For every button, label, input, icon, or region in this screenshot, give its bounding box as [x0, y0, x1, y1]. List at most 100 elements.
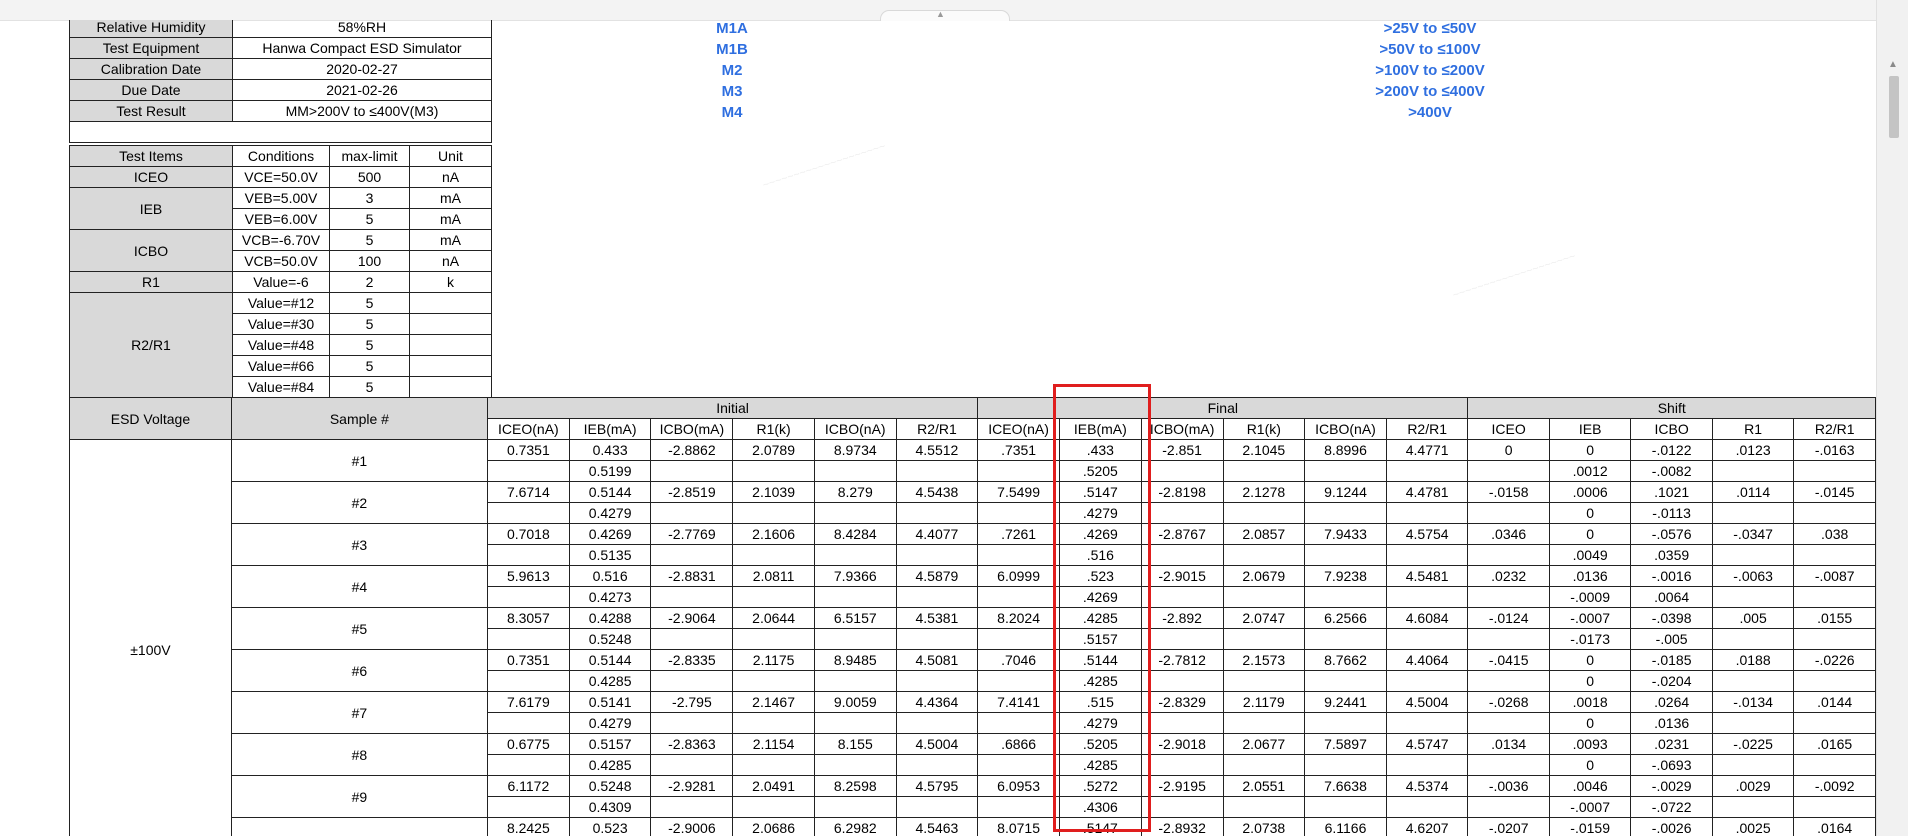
value-cell [1140, 670, 1224, 692]
value-cell: -.0225 [1711, 733, 1795, 755]
value-cell [1222, 586, 1306, 608]
value-cell [895, 628, 979, 650]
value-cell: .4285 [1059, 754, 1142, 776]
value-cell: 0.5157 [568, 733, 652, 755]
value-cell [486, 628, 570, 650]
value-cell: 2.1606 [732, 523, 815, 545]
info-value: Hanwa Compact ESD Simulator [232, 37, 492, 59]
value-cell: 4.4771 [1385, 439, 1469, 461]
value-cell [1385, 712, 1469, 734]
value-cell: -2.892 [1140, 607, 1224, 629]
initial-group-header: Initial [486, 397, 979, 419]
max-limit-cell: 2 [329, 271, 410, 293]
test-item-cell: ICEO [69, 166, 233, 188]
shift-column-header: ICEO [1467, 418, 1550, 440]
value-cell: .0029 [1711, 775, 1795, 797]
test-limits-table: Test Items Conditions max-limit Unit ICEO VCE… [69, 145, 492, 398]
value-cell: -.0347 [1711, 523, 1795, 545]
value-cell: 0.523 [568, 817, 652, 836]
value-cell [1140, 544, 1224, 566]
value-cell: 0 [1548, 649, 1632, 671]
value-cell: .0012 [1548, 460, 1632, 482]
value-cell: .0025 [1711, 817, 1795, 836]
value-cell: -2.8932 [1140, 817, 1224, 836]
value-cell: 6.2982 [813, 817, 897, 836]
value-cell [732, 712, 815, 734]
value-cell [486, 796, 570, 818]
value-cell [1793, 502, 1876, 524]
condition-cell: Value=#30 [232, 313, 330, 335]
value-cell: 8.2425 [486, 817, 570, 836]
value-cell: -.0185 [1630, 649, 1713, 671]
value-cell [1304, 460, 1387, 482]
value-cell: 0.516 [568, 565, 652, 587]
spreadsheet-view: ~~~~~~~~~~~~~~~~~~~~ ~~~~~~~~~~~~~~~~~~~… [0, 20, 1876, 836]
value-cell [486, 544, 570, 566]
value-cell: .4279 [1059, 712, 1142, 734]
value-cell [1304, 502, 1387, 524]
value-cell: 9.2441 [1304, 691, 1387, 713]
mm-class-name: M4 [721, 104, 743, 121]
scroll-up-arrow-icon[interactable]: ▲ [1888, 60, 1898, 70]
value-cell [1222, 796, 1306, 818]
value-cell: .0164 [1793, 817, 1876, 836]
chevron-up-icon[interactable]: ▲ [936, 10, 945, 19]
info-row: Test Result MM>200V to ≤400V(M3) [69, 100, 492, 122]
sample-row: #3 0.7018 0.4269 -2.7769 2.1606 8.4284 4.4077.… [70, 523, 1876, 566]
max-limit-cell: 500 [329, 166, 410, 188]
value-cell: 7.5897 [1304, 733, 1387, 755]
mm-class-range: >25V to ≤50V [1383, 20, 1477, 37]
max-limit-cell: 3 [329, 187, 410, 209]
value-cell [1467, 502, 1550, 524]
info-label: Test Result [69, 100, 233, 122]
value-cell [895, 502, 979, 524]
value-cell [895, 670, 979, 692]
value-cell: -.0145 [1793, 481, 1876, 503]
value-cell [1711, 544, 1795, 566]
value-cell [895, 586, 979, 608]
value-cell: 6.0953 [977, 775, 1060, 797]
value-cell: .0134 [1467, 733, 1550, 755]
value-cell: 4.5512 [895, 439, 979, 461]
value-cell: 0 [1548, 502, 1632, 524]
vertical-scrollbar[interactable]: ▲ [1876, 0, 1908, 836]
value-cell: -2.9006 [650, 817, 734, 836]
value-cell: 2.1154 [732, 733, 815, 755]
value-cell: -.0122 [1630, 439, 1713, 461]
value-cell: -2.9064 [650, 607, 734, 629]
sample-row: #2 7.6714 0.5144 -2.8519 2.1039 8.279 4.5438 7.… [70, 481, 1876, 524]
value-cell [977, 628, 1060, 650]
value-cell [486, 712, 570, 734]
value-cell: 4.5481 [1385, 565, 1469, 587]
value-cell: .4285 [1059, 670, 1142, 692]
mm-class-range: >400V [1408, 104, 1452, 121]
info-label: Due Date [69, 79, 233, 101]
value-cell: 0.6775 [486, 733, 570, 755]
value-cell [977, 670, 1060, 692]
value-cell: 0.4279 [568, 502, 652, 524]
info-value: 58%RH [232, 20, 492, 38]
value-cell [650, 544, 734, 566]
value-cell: 6.1166 [1304, 817, 1387, 836]
unit-cell [409, 334, 492, 356]
value-cell: 4.4077 [895, 523, 979, 545]
condition-cell: VCB=50.0V [232, 250, 330, 272]
value-cell: .038 [1793, 523, 1876, 545]
value-cell [1222, 628, 1306, 650]
value-cell: 8.2598 [813, 775, 897, 797]
value-cell [1711, 502, 1795, 524]
value-cell [1304, 712, 1387, 734]
value-cell [977, 754, 1060, 776]
value-cell [486, 460, 570, 482]
value-cell [732, 460, 815, 482]
sample-row: 8.2425 0.523 -2.9006 2.0686 6.2982 4.5463 8.07… [70, 817, 1876, 836]
value-cell: .0114 [1711, 481, 1795, 503]
scrollbar-thumb[interactable] [1889, 76, 1899, 138]
value-cell: .4279 [1059, 502, 1142, 524]
value-cell: 2.0747 [1222, 607, 1306, 629]
unit-cell: mA [409, 187, 492, 209]
value-cell [1385, 586, 1469, 608]
value-cell: 4.5004 [895, 733, 979, 755]
value-cell: .0049 [1548, 544, 1632, 566]
value-cell: 9.1244 [1304, 481, 1387, 503]
